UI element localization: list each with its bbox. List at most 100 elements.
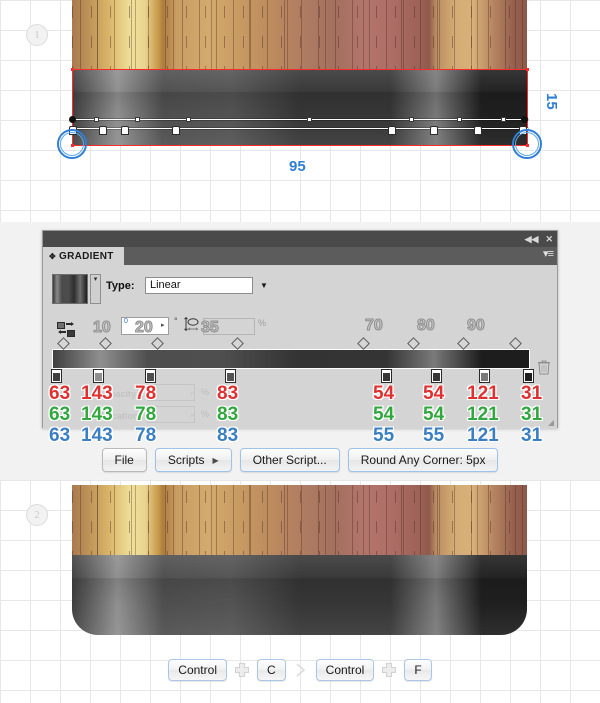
angle-value: 0 (124, 318, 128, 325)
color-stop[interactable] (431, 369, 442, 383)
angle-stepper-icon[interactable]: ▸ (161, 321, 165, 329)
menu-button-scripts[interactable]: Scripts ▶ (154, 448, 232, 472)
gradient-opacity-node[interactable] (501, 117, 506, 122)
gradient-opacity-node[interactable] (409, 117, 414, 122)
rgb-green-value: 63 (49, 404, 71, 425)
key-control-2[interactable]: Control (315, 659, 375, 681)
gradient-slider-bar[interactable] (52, 349, 530, 369)
panel-tab-row: ✥ GRADIENT ▾≡ (43, 247, 557, 265)
gradient-presets-dropdown[interactable]: ▾ (90, 274, 101, 304)
type-select[interactable]: Linear (145, 277, 253, 294)
gradient-start-anchor[interactable] (69, 116, 76, 123)
key-control-1[interactable]: Control (168, 659, 227, 681)
gradient-stop-rail (72, 128, 528, 129)
rgb-red-value: 54 (373, 383, 395, 404)
aspect-ratio-icon (184, 317, 199, 332)
keyboard-shortcut-strip: Control C Control F (0, 650, 600, 690)
rgb-green-value: 31 (521, 404, 543, 425)
color-stop[interactable] (381, 369, 392, 383)
location-callout: 20 (135, 319, 154, 337)
tab-gradient[interactable]: ✥ GRADIENT (43, 247, 124, 265)
location-callout: 80 (417, 317, 436, 335)
location-callout: 10 (93, 319, 112, 337)
canvas-color-stop[interactable] (474, 126, 482, 135)
key-f[interactable]: F (404, 659, 432, 681)
canvas-color-stop[interactable] (99, 126, 107, 135)
gradient-opacity-node[interactable] (457, 117, 462, 122)
gradient-swatch-preview[interactable] (52, 274, 88, 304)
color-stop[interactable] (51, 369, 62, 383)
chevron-down-icon[interactable]: ▼ (255, 277, 273, 294)
plus-icon (382, 663, 397, 677)
height-measurement-label: 15 (543, 93, 560, 110)
gradient-fill-rounded (72, 555, 527, 635)
opacity-stop[interactable] (57, 337, 70, 350)
panel-resize-grip[interactable]: ◢ (548, 418, 554, 427)
rgb-red-value: 78 (135, 383, 157, 404)
gradient-opacity-node[interactable] (94, 117, 99, 122)
menu-path-strip: File Scripts ▶ Other Script... Round Any… (0, 440, 600, 480)
opacity-stop[interactable] (231, 337, 244, 350)
menu-button-scripts-label: Scripts (167, 453, 205, 467)
panel-menu-icon[interactable]: ▾≡ (543, 249, 554, 260)
selection-bounding-box (72, 69, 528, 146)
color-stop[interactable] (93, 369, 104, 383)
submenu-arrow-icon: ▶ (212, 455, 219, 465)
rgb-red-value: 31 (521, 383, 543, 404)
gradient-panel-body: ▾ Type: Linear ▼ 0 ▸ ° % 10 20 35 70 80 … (43, 265, 557, 446)
close-icon[interactable]: ✕ (545, 234, 553, 244)
gradient-opacity-node[interactable] (135, 117, 140, 122)
canvas-color-stop[interactable] (430, 126, 438, 135)
color-stop[interactable] (523, 369, 534, 383)
color-stop[interactable] (479, 369, 490, 383)
opacity-stop[interactable] (457, 337, 470, 350)
menu-button-file-label: File (114, 453, 134, 467)
rgb-green-row: 63 143 78 83 54 54 121 31 (43, 404, 557, 426)
canvas-color-stop[interactable] (172, 126, 180, 135)
canvas-step-1: 1 95 15 (0, 0, 600, 222)
corner-radius-handle-right-inner[interactable] (515, 132, 539, 156)
opacity-stop[interactable] (357, 337, 370, 350)
rgb-red-value: 121 (467, 383, 499, 404)
selection-corner (71, 68, 74, 71)
step-badge-1: 1 (26, 24, 48, 46)
rgb-red-value: 83 (217, 383, 239, 404)
rgb-red-value: 54 (423, 383, 445, 404)
width-measurement-label: 95 (289, 158, 306, 175)
screenshot-root: 1 95 15 ◀◀ ✕ ✥ GRADIENT ▾≡ ▾ Type: Linea… (0, 0, 600, 703)
type-label: Type: (106, 280, 135, 292)
rgb-green-value: 121 (467, 404, 499, 425)
delete-stop-icon[interactable] (537, 359, 551, 375)
opacity-stop[interactable] (509, 337, 522, 350)
location-callout: 35 (201, 319, 220, 337)
rounded-gradient-band (72, 555, 527, 635)
menu-button-round-any-corner[interactable]: Round Any Corner: 5px (347, 448, 499, 472)
rgb-red-row: 63 143 78 83 54 54 121 31 (43, 383, 557, 405)
color-stop[interactable] (145, 369, 156, 383)
opacity-stop[interactable] (407, 337, 420, 350)
rgb-green-value: 83 (217, 404, 239, 425)
step-badge-2: 2 (26, 504, 48, 526)
selection-corner (526, 68, 529, 71)
key-c[interactable]: C (256, 659, 286, 681)
opacity-stop[interactable] (151, 337, 164, 350)
corner-radius-handle-left-inner[interactable] (60, 132, 84, 156)
menu-button-file[interactable]: File (101, 448, 147, 472)
location-callout: 90 (467, 317, 486, 335)
gradient-opacity-node[interactable] (186, 117, 191, 122)
opacity-stop[interactable] (99, 337, 112, 350)
rgb-green-value: 143 (81, 404, 113, 425)
color-stop[interactable] (225, 369, 236, 383)
degree-symbol: ° (174, 316, 178, 326)
panel-titlebar: ◀◀ ✕ (43, 231, 557, 247)
collapse-icon[interactable]: ◀◀ (525, 234, 539, 244)
canvas-color-stop[interactable] (121, 126, 129, 135)
aspect-percent-symbol: % (258, 318, 267, 328)
menu-button-other-script[interactable]: Other Script... (239, 448, 340, 472)
reverse-gradient-icon[interactable] (57, 322, 75, 337)
gradient-opacity-node[interactable] (307, 117, 312, 122)
canvas-color-stop[interactable] (388, 126, 396, 135)
menu-button-other-script-label: Other Script... (252, 453, 327, 467)
plus-icon (234, 663, 249, 677)
gradient-end-anchor[interactable] (521, 116, 528, 123)
